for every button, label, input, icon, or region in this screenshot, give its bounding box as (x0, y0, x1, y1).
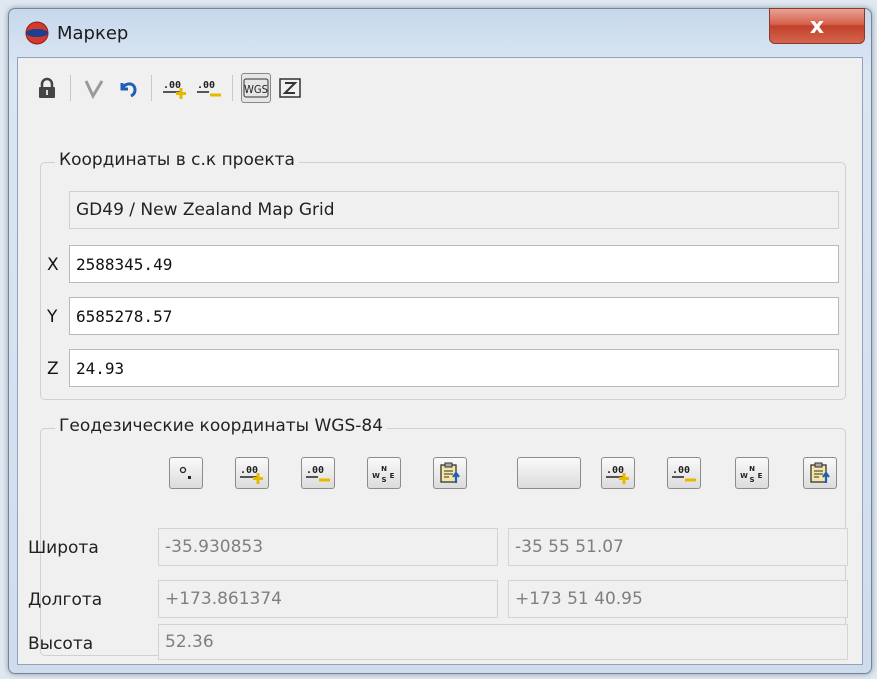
dms-format-button[interactable] (517, 457, 581, 489)
x-label: X (47, 255, 59, 275)
copy-decimal-button[interactable] (433, 457, 467, 489)
project-coords-title: Координаты в с.к проекта (55, 150, 299, 170)
svg-text:S: S (749, 476, 754, 484)
svg-text:.00: .00 (197, 80, 215, 91)
svg-text:.00: .00 (306, 465, 324, 476)
svg-text:S: S (381, 476, 386, 484)
svg-text:W: W (372, 472, 380, 480)
longitude-dms-field: +173 51 40.95 (508, 580, 848, 618)
dms-hemisphere-format-button[interactable]: N W E S (735, 457, 769, 489)
y-label: Y (47, 307, 58, 327)
lat-remove-digits-button[interactable]: .00 (301, 457, 335, 489)
dialog-body: .00 .00 WGS Координаты в с.к проекта GD4… (17, 57, 863, 665)
svg-text:.00: .00 (163, 80, 181, 91)
height-field: 52.36 (158, 624, 848, 660)
wgs-toggle-button[interactable]: WGS (241, 73, 271, 103)
copy-dms-button[interactable] (803, 457, 837, 489)
z-input[interactable]: 24.93 (69, 349, 839, 387)
svg-text:.00: .00 (606, 465, 624, 476)
wgs-toggle-icon: WGS (243, 78, 269, 98)
svg-text:E: E (390, 472, 395, 480)
remove-digits-icon: .00 (306, 465, 330, 482)
check-icon (84, 80, 104, 99)
hemisphere-format-button[interactable]: N W E S (367, 457, 401, 489)
latitude-label: Широта (28, 538, 99, 558)
lat-add-digits-button[interactable]: .00 (235, 457, 269, 489)
toolbar-separator (70, 75, 71, 101)
undo-button[interactable] (113, 73, 143, 103)
latitude-decimal-field: -35.930853 (158, 528, 498, 566)
height-label: Высота (28, 634, 94, 654)
lock-icon (39, 77, 55, 98)
remove-digits-icon: .00 (672, 465, 696, 482)
marker-app-icon (25, 21, 49, 45)
svg-text:WGS: WGS (244, 83, 268, 96)
clipboard-copy-icon (440, 462, 460, 483)
longitude-decimal-field: +173.861374 (158, 580, 498, 618)
toolbar: .00 .00 WGS (32, 72, 309, 104)
crs-name-field: GD49 / New Zealand Map Grid (69, 191, 839, 229)
project-coords-group: Координаты в с.к проекта GD49 / New Zeal… (40, 150, 846, 400)
z-toggle-button[interactable] (275, 73, 305, 103)
svg-text:W: W (740, 472, 748, 480)
svg-text:.00: .00 (240, 465, 258, 476)
undo-icon (120, 82, 137, 98)
compass-nswe-icon: N W E S (740, 465, 763, 484)
add-digits-icon: .00 (606, 465, 629, 484)
y-input[interactable]: 6585278.57 (69, 297, 839, 335)
apply-button[interactable] (79, 73, 109, 103)
close-icon: x (809, 13, 825, 39)
toolbar-separator (151, 75, 152, 101)
clipboard-copy-icon (810, 462, 830, 483)
add-digits-button[interactable]: .00 (160, 73, 190, 103)
svg-text:N: N (749, 465, 755, 473)
remove-digits-button[interactable]: .00 (194, 73, 224, 103)
longitude-label: Долгота (28, 590, 103, 610)
dms-add-digits-button[interactable]: .00 (601, 457, 635, 489)
z-toggle-icon (279, 78, 301, 98)
x-input[interactable]: 2588345.49 (69, 245, 839, 283)
close-button[interactable]: x (769, 8, 865, 44)
marker-dialog: Маркер x .00 .00 WGS Координаты в с.к пр… (8, 8, 872, 674)
svg-text:E: E (758, 472, 763, 480)
remove-digits-icon: .00 (197, 80, 221, 97)
window-title: Маркер (57, 23, 129, 44)
toolbar-separator (232, 75, 233, 101)
lock-button[interactable] (32, 73, 62, 103)
geodetic-coords-title: Геодезические координаты WGS-84 (55, 416, 388, 436)
z-label: Z (47, 359, 59, 379)
decimal-degrees-button[interactable] (169, 457, 203, 489)
add-digits-icon: .00 (163, 80, 186, 99)
title-bar[interactable]: Маркер x (9, 8, 871, 57)
degree-format-icon (179, 466, 191, 479)
dms-remove-digits-button[interactable]: .00 (667, 457, 701, 489)
add-digits-icon: .00 (240, 465, 263, 484)
svg-text:.00: .00 (672, 465, 690, 476)
compass-nswe-icon: N W E S (372, 465, 395, 484)
svg-text:N: N (381, 465, 387, 473)
latitude-dms-field: -35 55 51.07 (508, 528, 848, 566)
